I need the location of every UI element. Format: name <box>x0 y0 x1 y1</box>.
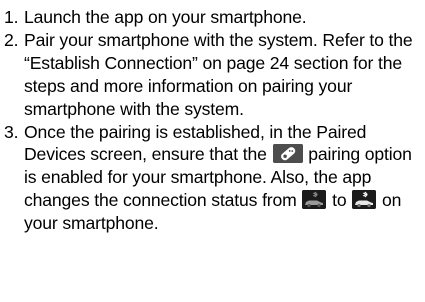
steps-list: 1. Launch the app on your smartphone. 2.… <box>4 6 419 235</box>
step-2-text: Pair your smartphone with the system. Re… <box>24 29 413 119</box>
step-3: 3. Once the pairing is established, in t… <box>4 121 419 236</box>
car-bluetooth-disconnected-icon <box>302 190 327 210</box>
step-2-number: 2. <box>4 29 19 50</box>
step-3-text-between-icons: to <box>332 190 347 211</box>
step-3-number: 3. <box>4 121 19 142</box>
step-1-text: Launch the app on your smartphone. <box>24 7 307 27</box>
step-1: 1. Launch the app on your smartphone. <box>4 6 419 29</box>
step-3-body: Once the pairing is established, in the … <box>24 121 419 236</box>
car-bluetooth-connected-icon <box>352 190 377 210</box>
step-1-number: 1. <box>4 7 19 27</box>
step-2: 2. Pair your smartphone with the system.… <box>4 29 419 121</box>
instructions-page: 1. Launch the app on your smartphone. 2.… <box>0 0 425 302</box>
smartphone-app-pairing-icon <box>272 144 303 164</box>
